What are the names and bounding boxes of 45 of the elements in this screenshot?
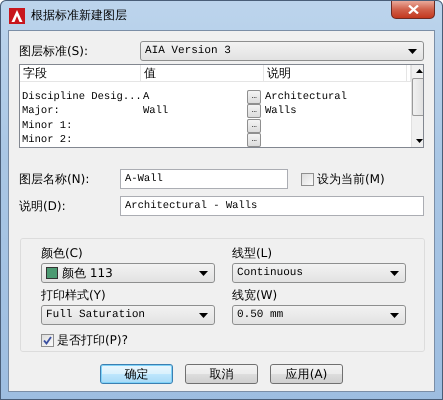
table-cell-text: Wall bbox=[142, 105, 170, 118]
scrollbar[interactable] bbox=[411, 65, 423, 147]
dropdown-value: 颜色 113 bbox=[62, 264, 113, 282]
input-field[interactable]: A-Wall bbox=[120, 169, 288, 189]
field-label: 线型(L) bbox=[232, 245, 274, 262]
dropdown-arrow-icon bbox=[199, 312, 208, 318]
field-label: 颜色(C) bbox=[41, 245, 84, 262]
field-label: 图层名称(N): bbox=[19, 170, 90, 188]
table-cell-text: Minor 1: bbox=[21, 120, 74, 132]
table-cell-text: Architectural bbox=[264, 91, 348, 104]
dialog-button[interactable]: 确定 bbox=[100, 364, 173, 384]
dialog-button[interactable]: 取消 bbox=[185, 364, 258, 384]
field-label: 图层标准(S): bbox=[19, 42, 88, 60]
field-label: 线宽(W) bbox=[232, 287, 278, 304]
close-button[interactable] bbox=[391, 1, 435, 19]
dropdown[interactable]: 0.50 mm bbox=[232, 305, 406, 326]
close-icon bbox=[408, 5, 418, 14]
dropdown[interactable]: 颜色 113 bbox=[41, 263, 215, 283]
table-cell-text: Discipline Desig... bbox=[21, 91, 141, 104]
checkbox-label: 是否打印(P)? bbox=[57, 332, 128, 349]
scroll-down-icon[interactable] bbox=[416, 139, 423, 143]
dropdown[interactable]: Continuous bbox=[232, 263, 406, 283]
dropdown-arrow-icon bbox=[408, 48, 417, 54]
dropdown[interactable]: AIA Version 3 bbox=[140, 41, 424, 61]
table-cell-text: Major: bbox=[21, 105, 61, 118]
window-title: 根据标准新建图层 bbox=[31, 7, 127, 24]
checkbox[interactable] bbox=[41, 334, 54, 347]
input-field[interactable]: Architectural - Walls bbox=[120, 196, 424, 216]
scroll-up-icon[interactable] bbox=[416, 69, 423, 73]
dialog-button[interactable]: 应用(A) bbox=[270, 364, 343, 384]
dropdown-arrow-icon bbox=[390, 312, 399, 318]
column-header: 说明 bbox=[264, 65, 407, 81]
dropdown-arrow-icon bbox=[199, 270, 208, 276]
column-header: 值 bbox=[141, 65, 264, 81]
table-cell-text: A bbox=[142, 91, 150, 104]
checkbox[interactable] bbox=[301, 172, 314, 186]
table-cell-text: Walls bbox=[264, 105, 298, 118]
dropdown-arrow-icon bbox=[390, 270, 399, 276]
table-cell-text: Minor 2: bbox=[21, 134, 74, 146]
app-logo-icon bbox=[9, 8, 25, 24]
column-header: 字段 bbox=[20, 65, 141, 81]
dropdown[interactable]: Full Saturation bbox=[41, 305, 215, 326]
checkbox-label: 设为当前(M) bbox=[317, 170, 385, 188]
field-label: 说明(D): bbox=[19, 198, 67, 214]
field-label: 打印样式(Y) bbox=[41, 287, 107, 304]
